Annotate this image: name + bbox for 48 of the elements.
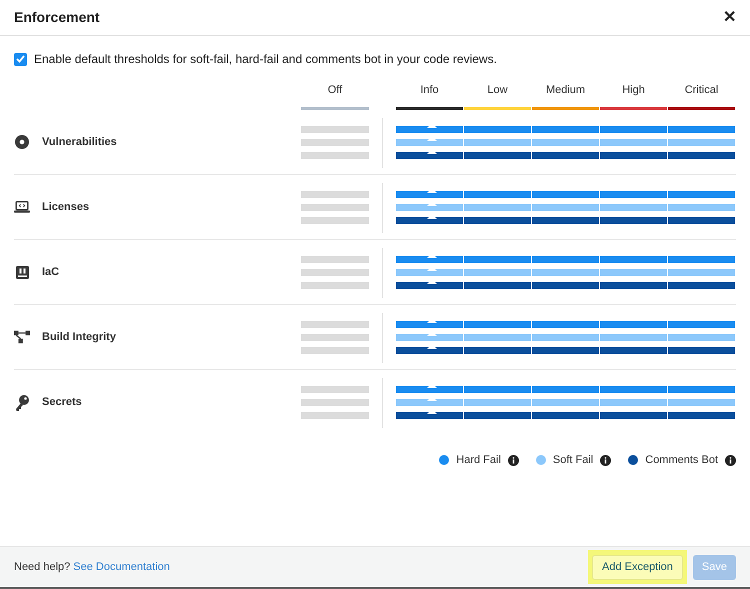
- info-icon[interactable]: [508, 454, 519, 466]
- slider-thumb[interactable]: [426, 383, 436, 388]
- column-header: Low: [464, 84, 531, 110]
- slider-thumb[interactable]: [426, 409, 436, 414]
- slider-track[interactable]: [301, 334, 736, 340]
- slider-track[interactable]: [301, 138, 736, 146]
- slider-track[interactable]: [301, 256, 736, 262]
- check-icon: [16, 55, 25, 63]
- slider-track[interactable]: [301, 126, 736, 132]
- close-button[interactable]: ✕: [723, 6, 736, 30]
- slider-track[interactable]: [301, 282, 736, 288]
- add-exception-button[interactable]: Add Exception: [592, 554, 683, 580]
- slider-track[interactable]: [301, 386, 736, 393]
- category-label: IaC: [42, 264, 60, 280]
- column-header: Off: [301, 84, 369, 110]
- nodes-icon: [14, 330, 30, 344]
- category-label: Licenses: [42, 200, 90, 215]
- slider-track[interactable]: [301, 412, 736, 419]
- category-label: Secrets: [42, 395, 82, 410]
- slider-track[interactable]: [301, 216, 736, 224]
- checkbox-label: Enable default thresholds for soft-fail, hard-fail and comments bot in your code reviews.: [34, 51, 497, 68]
- slider-track[interactable]: [301, 399, 736, 406]
- legend-label: Soft Fail: [552, 453, 594, 468]
- slider-track[interactable]: [301, 268, 736, 276]
- column-header: High: [600, 84, 667, 110]
- dialog-title: Enforcement: [14, 8, 100, 27]
- column-header: Medium: [532, 84, 599, 110]
- info-icon[interactable]: [600, 454, 612, 466]
- documentation-link[interactable]: See Documentation: [73, 558, 170, 576]
- category-label: Vulnerabilities: [42, 134, 117, 150]
- legend-label: Hard Fail: [456, 453, 501, 468]
- legend-label: Comments Bot: [645, 453, 718, 468]
- key-icon: [15, 394, 29, 410]
- slider-track[interactable]: [301, 346, 736, 354]
- slider-track[interactable]: [301, 204, 736, 210]
- laptop-icon: [14, 200, 30, 214]
- board-icon: [16, 266, 28, 278]
- checkbox[interactable]: [14, 52, 27, 66]
- column-header: Info: [396, 84, 463, 110]
- slider-thumb[interactable]: [426, 396, 436, 401]
- help-text: Need help?: [14, 560, 70, 575]
- category-label: Build Integrity: [42, 330, 116, 345]
- slider-track[interactable]: [301, 190, 736, 198]
- column-header: Critical: [668, 84, 735, 110]
- disc-icon: [15, 135, 29, 149]
- slider-track[interactable]: [301, 320, 736, 328]
- slider-track[interactable]: [301, 152, 736, 158]
- info-icon[interactable]: [725, 454, 736, 466]
